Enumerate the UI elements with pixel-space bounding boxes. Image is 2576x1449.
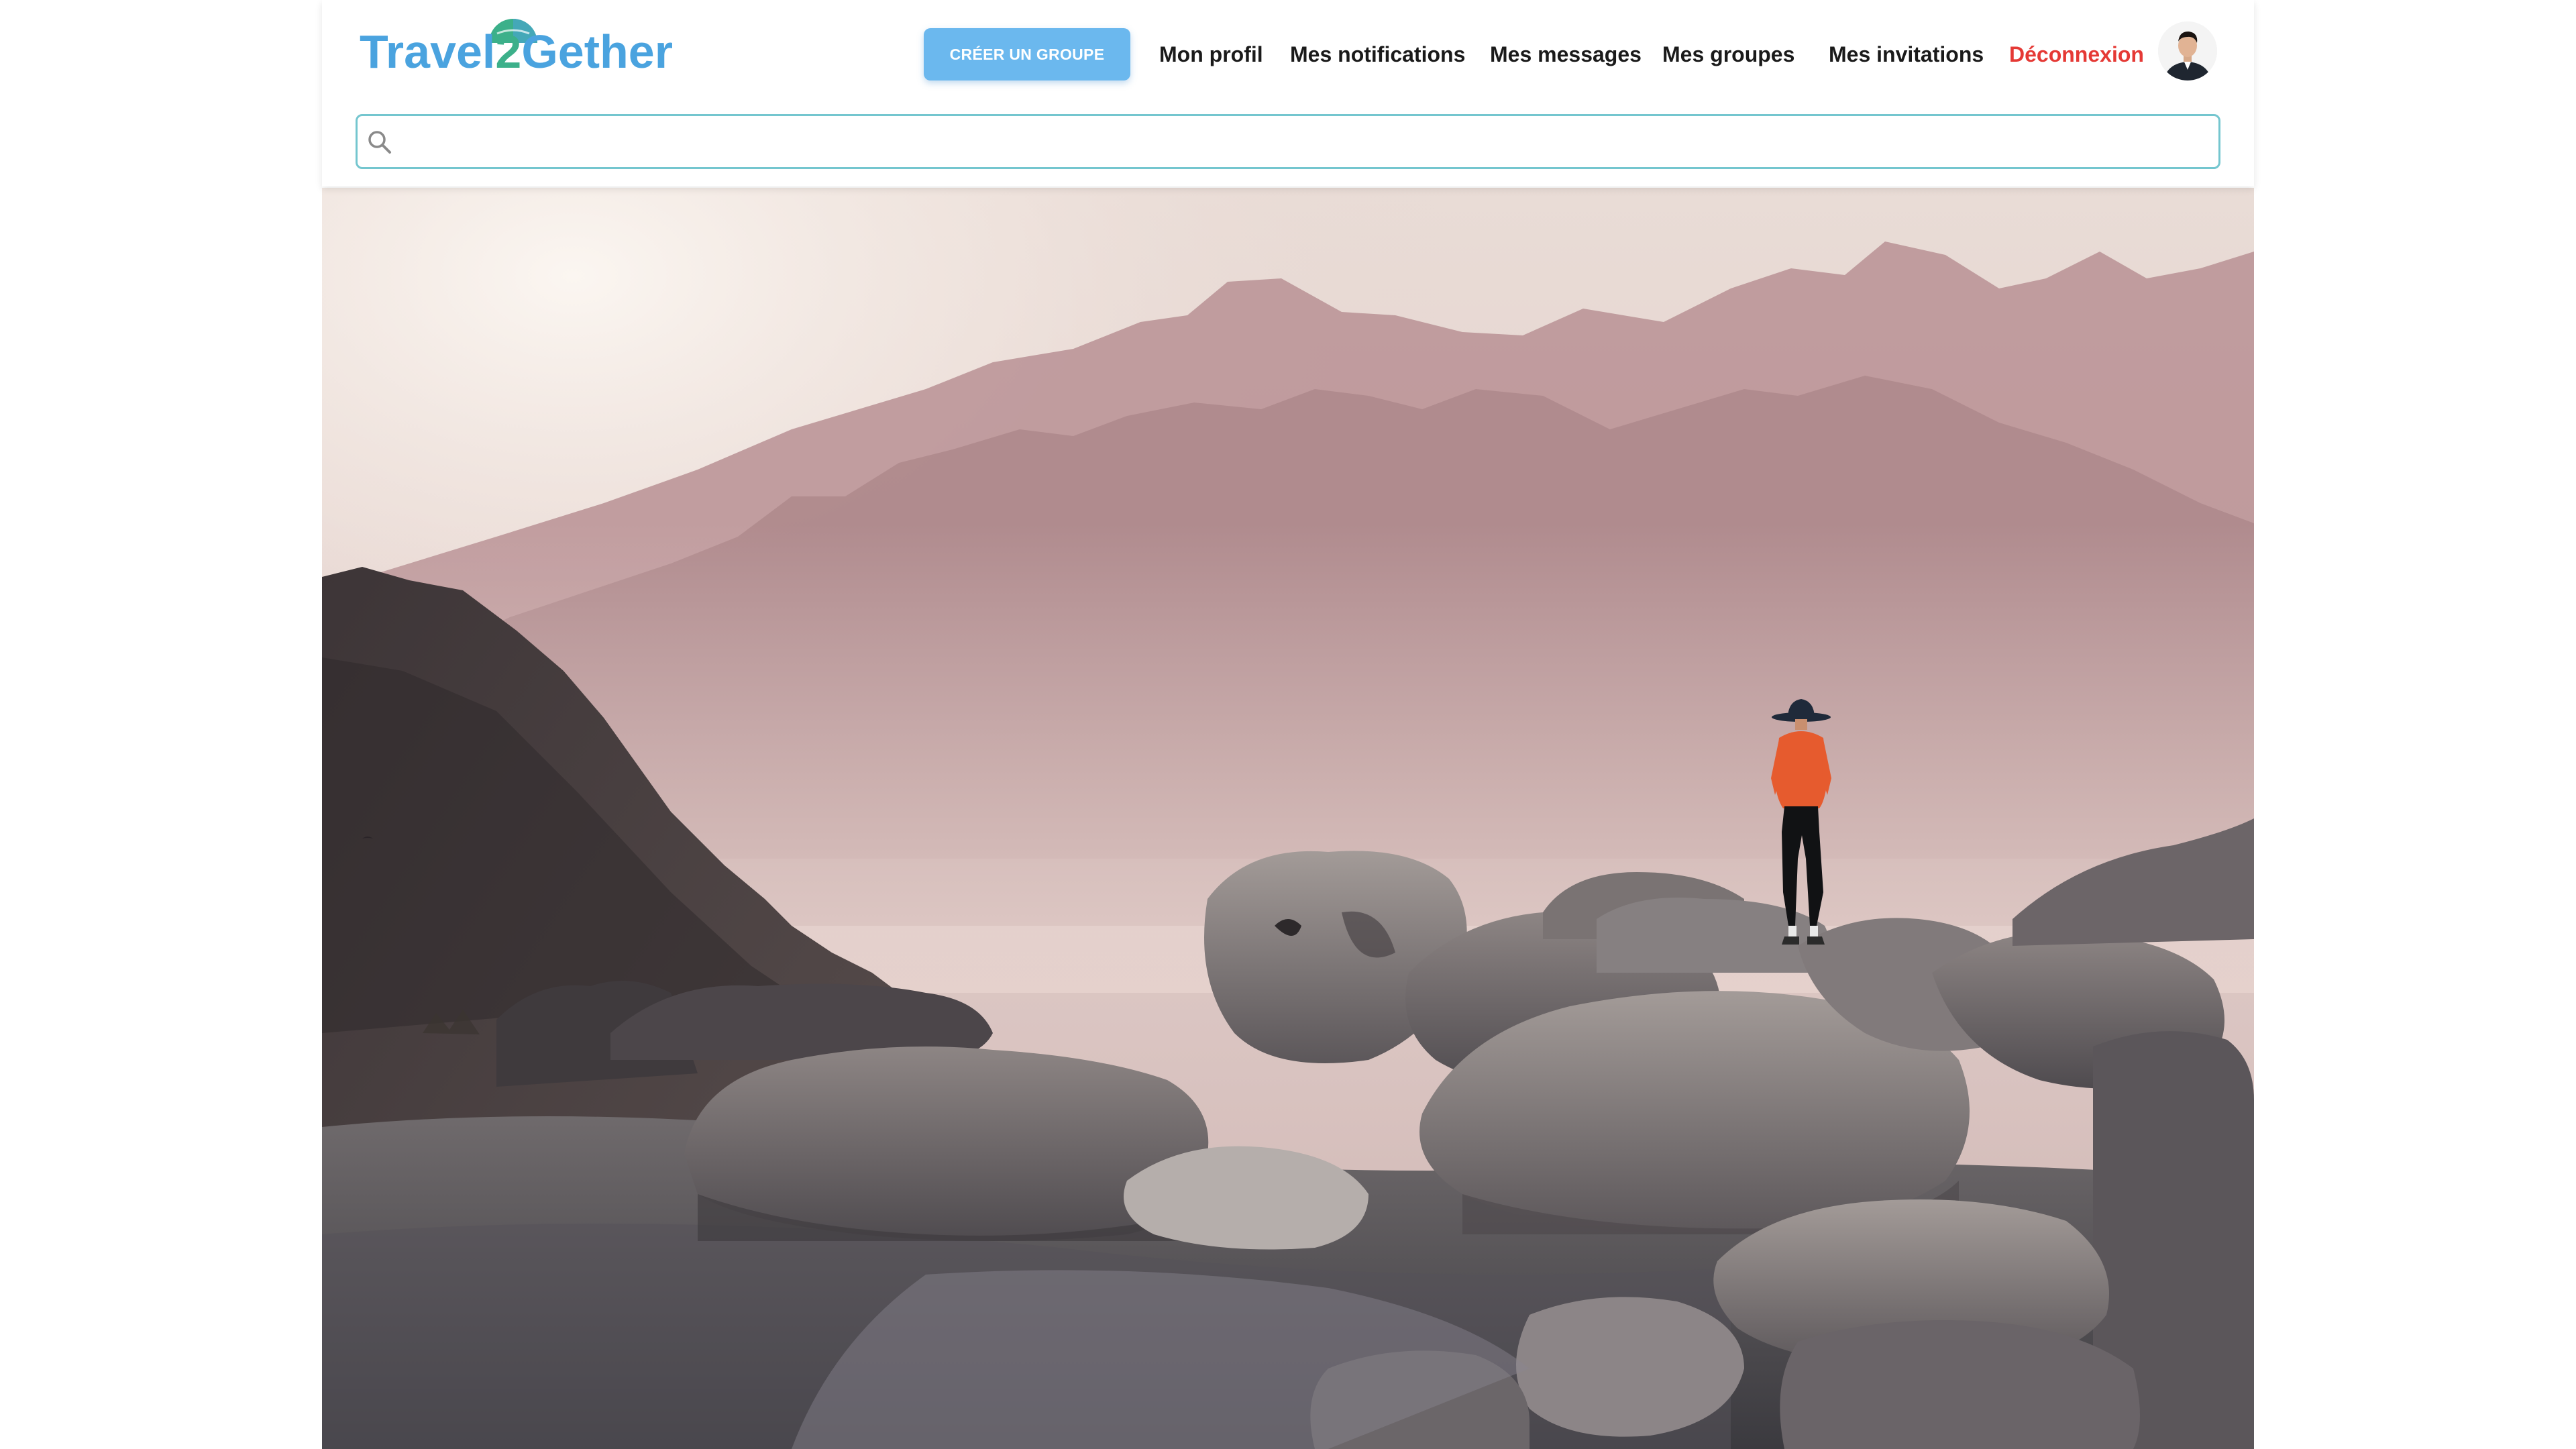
create-group-button[interactable]: CRÉER UN GROUPE [924,28,1130,80]
logout-link[interactable]: Déconnexion [2009,39,2144,70]
logo-text: Travel2Gether [360,28,673,75]
nav-my-groups[interactable]: Mes groupes [1662,39,1794,70]
logo[interactable]: Travel2Gether [360,13,695,80]
user-avatar[interactable] [2158,21,2217,80]
logo-text-travel: Travel [360,25,496,78]
avatar-portrait-icon [2158,21,2217,80]
hero-image [322,188,2254,1449]
search-icon [368,131,391,154]
nav-my-messages[interactable]: Mes messages [1490,39,1642,70]
page: Travel2Gether CRÉER UN GROUPE Mon profil… [0,0,2576,1449]
app-container: Travel2Gether CRÉER UN GROUPE Mon profil… [322,0,2254,1449]
logo-text-2: 2 [495,25,522,78]
logo-text-gether: Gether [521,25,673,78]
nav-my-profile[interactable]: Mon profil [1159,39,1263,70]
search-bar[interactable] [356,114,2220,169]
header: Travel2Gether CRÉER UN GROUPE Mon profil… [322,0,2254,186]
desert-landscape-image [322,188,2254,1449]
nav-my-notifications[interactable]: Mes notifications [1290,39,1465,70]
nav-my-invitations[interactable]: Mes invitations [1829,39,1984,70]
search-input[interactable] [402,121,2202,163]
